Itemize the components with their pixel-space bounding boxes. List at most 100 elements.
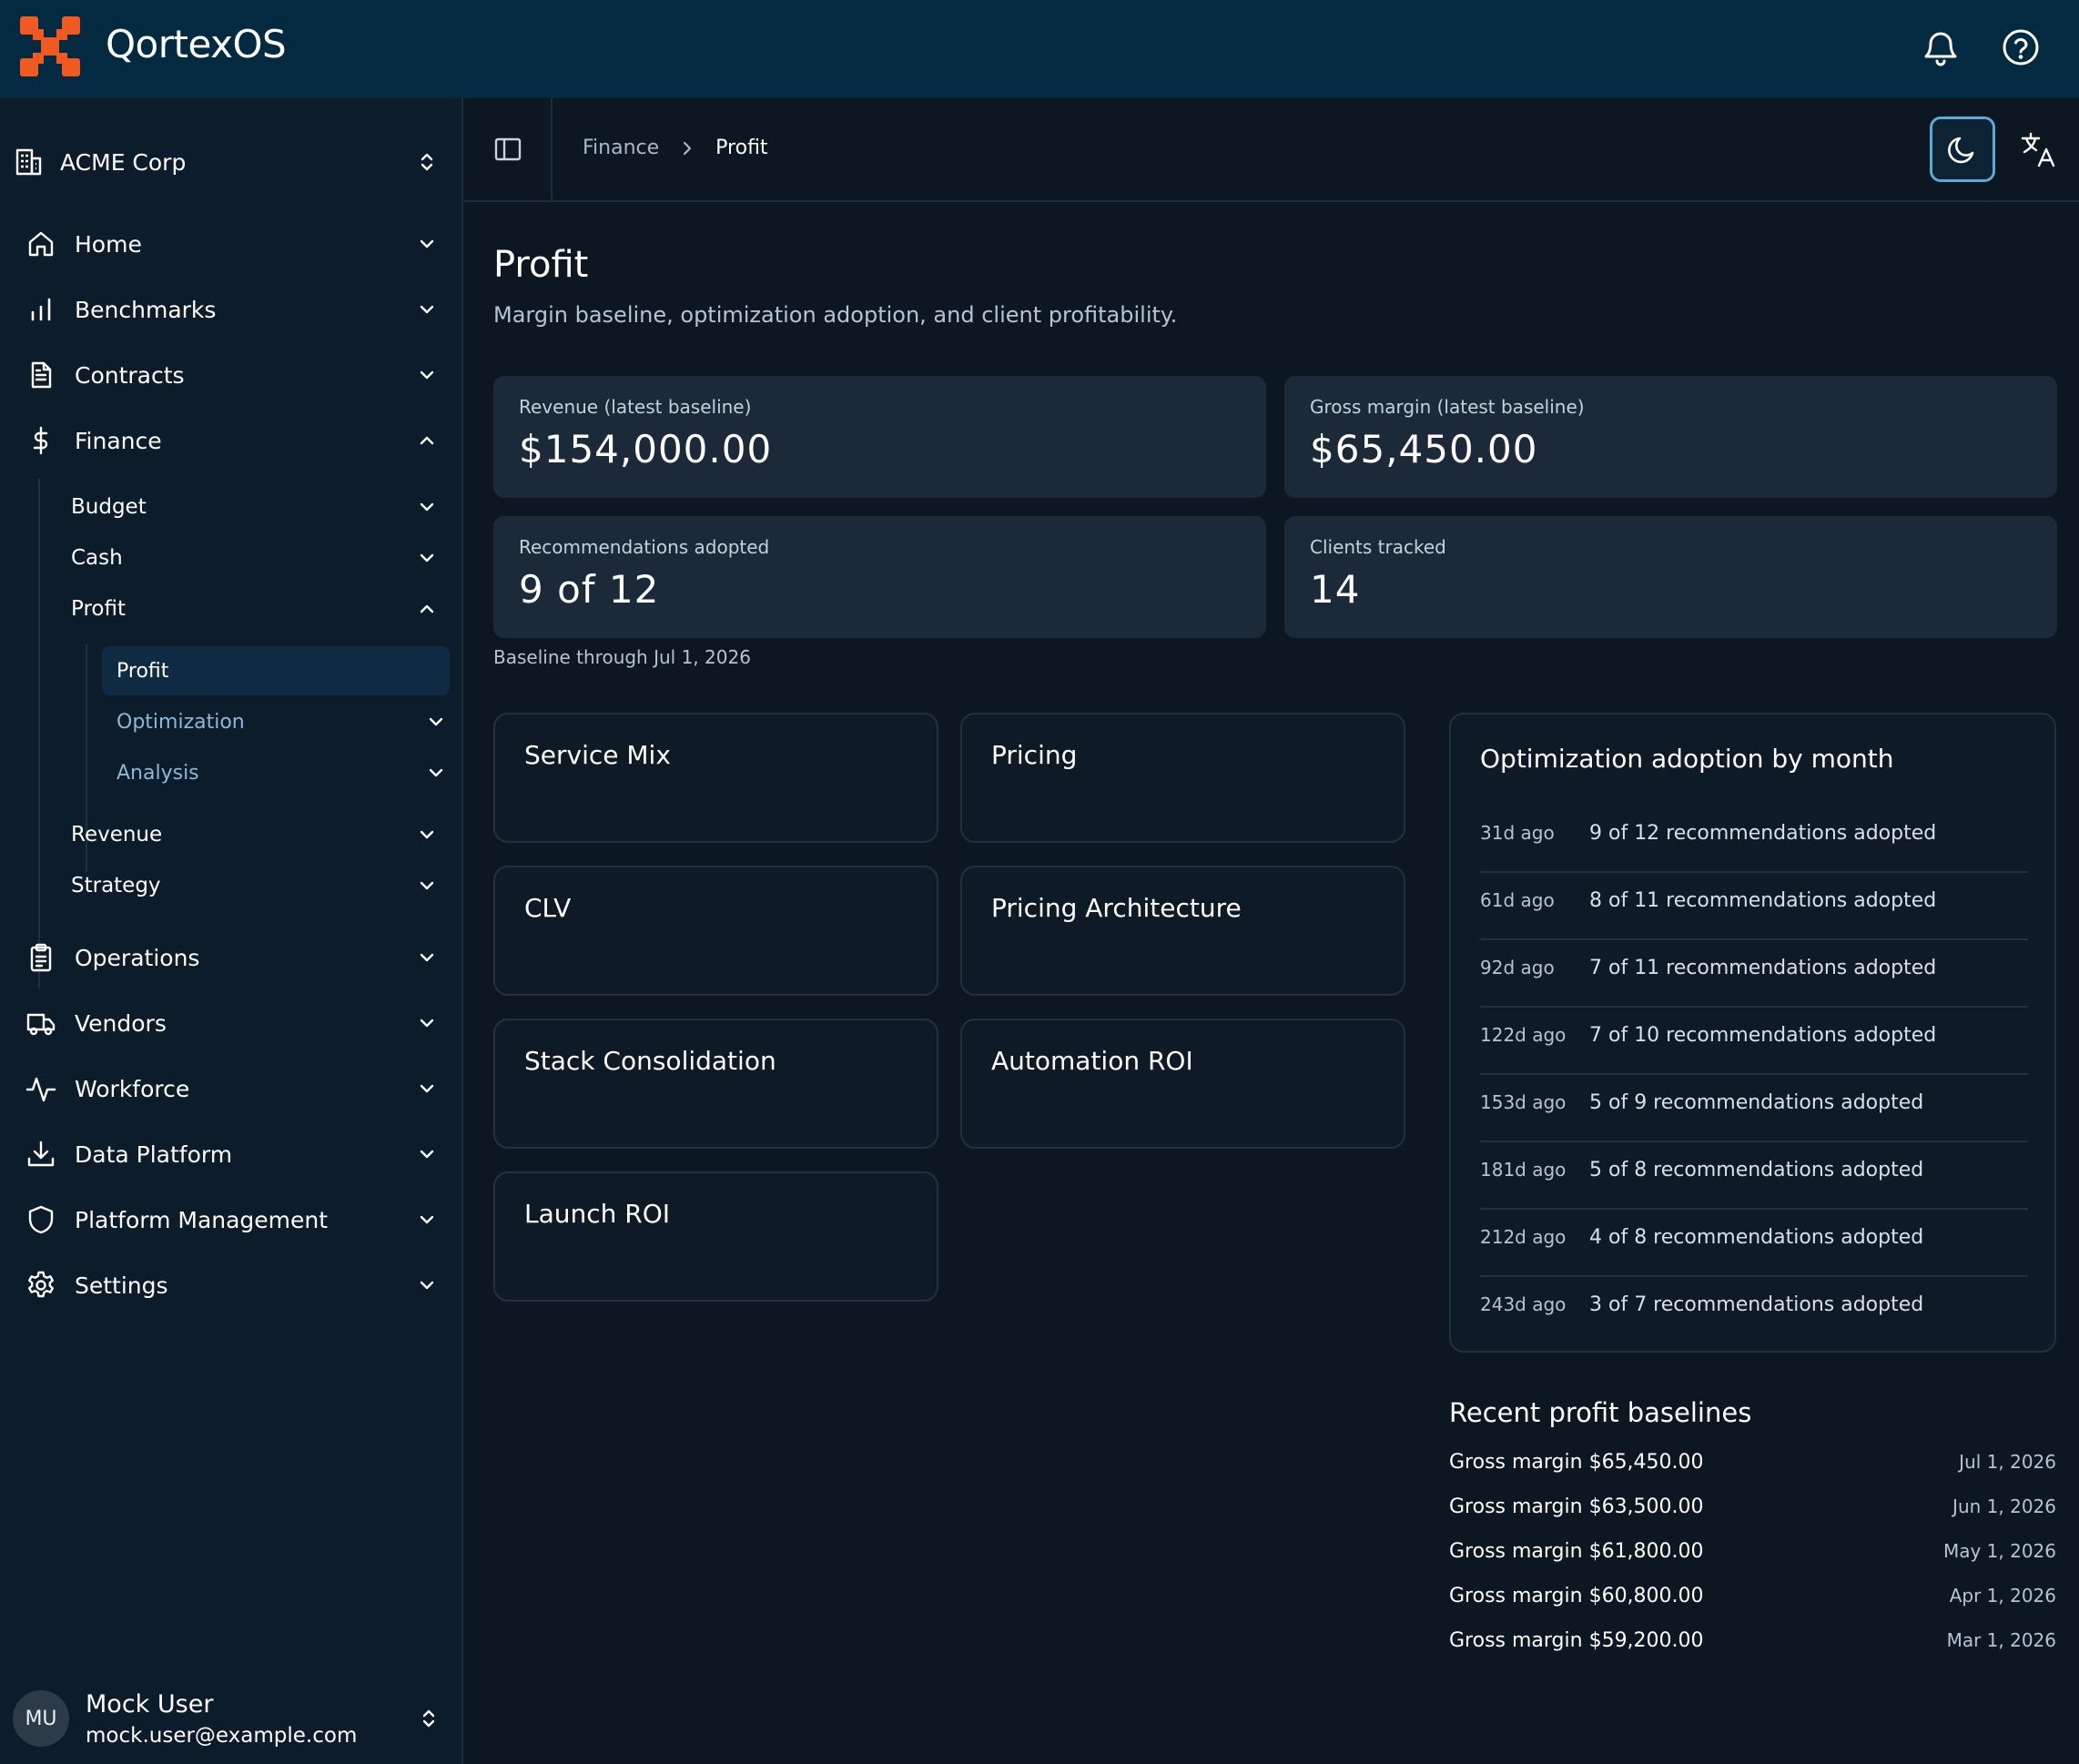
baseline-row: Gross margin $65,450.00 Jul 1, 2026 [1449,1444,2056,1480]
sidebar-toggle-button[interactable] [464,98,553,200]
tile-pricing[interactable]: Pricing [960,713,1405,843]
adoption-text: 8 of 11 recommendations adopted [1589,889,1937,912]
baseline-amount: Gross margin $59,200.00 [1449,1628,1704,1652]
nav-item-analysis[interactable]: Analysis [102,748,450,797]
tile-automation-roi[interactable]: Automation ROI [960,1019,1405,1149]
building-icon [15,148,42,176]
baseline-row: Gross margin $60,800.00 Apr 1, 2026 [1449,1577,2056,1614]
stat-card-clients: Clients tracked 14 [1284,516,2057,638]
nav-label: Revenue [71,823,163,847]
breadcrumb-finance-link[interactable]: Finance [583,137,659,159]
baseline-date: Jun 1, 2026 [1952,1495,2056,1517]
chevron-down-icon [420,502,434,512]
nav-item-profit-overview[interactable]: Profit [102,646,450,695]
stat-label: Recommendations adopted [519,536,770,558]
nav-item-settings[interactable]: Settings [25,1260,441,1311]
nav-item-benchmarks[interactable]: Benchmarks [25,284,441,335]
tile-label: Pricing Architecture [991,893,1242,923]
nav-label: Optimization [117,710,245,734]
nav-label: Cash [71,546,123,570]
panel-left-icon [494,137,521,161]
theme-toggle-button[interactable] [1930,117,1995,182]
document-icon [31,361,52,389]
home-icon [28,231,54,257]
nav-label: Data Platform [75,1141,233,1168]
chevron-down-icon [420,370,434,380]
chevron-down-icon [420,830,434,839]
nav-label: Analysis [117,761,199,785]
baseline-amount: Gross margin $63,500.00 [1449,1495,1704,1518]
tile-label: Stack Consolidation [524,1046,776,1076]
user-name: Mock User [86,1689,214,1718]
adoption-row: 243d ago 3 of 7 recommendations adopted [1480,1277,2028,1344]
breadcrumb: Finance Profit [583,137,768,159]
nav-item-budget[interactable]: Budget [71,484,441,530]
help-circle-icon[interactable] [1999,25,2043,69]
nav-label: Contracts [75,361,185,389]
nav-item-vendors[interactable]: Vendors [25,998,441,1049]
user-info: Mock User mock.user@example.com [86,1690,417,1748]
chevron-down-icon [420,239,434,248]
adoption-row: 122d ago 7 of 10 recommendations adopted [1480,1008,2028,1075]
nav-item-platform-management[interactable]: Platform Management [25,1194,441,1245]
baseline-date: Mar 1, 2026 [1946,1629,2056,1651]
tile-launch-roi[interactable]: Launch ROI [493,1171,938,1302]
adoption-title: Optimization adoption by month [1480,744,1894,774]
finance-tree-line [38,479,40,988]
nav-item-contracts[interactable]: Contracts [25,350,441,400]
chevron-down-icon [420,1281,434,1290]
baseline-row: Gross margin $61,800.00 May 1, 2026 [1449,1533,2056,1569]
bell-icon[interactable] [1919,25,1962,69]
org-switcher[interactable]: ACME Corp [13,133,441,191]
nav-item-data-platform[interactable]: Data Platform [25,1129,441,1180]
tile-pricing-architecture[interactable]: Pricing Architecture [960,866,1405,996]
adoption-row: 92d ago 7 of 11 recommendations adopted [1480,940,2028,1008]
translate-button[interactable] [2010,120,2068,178]
content-header: Finance Profit [464,98,2079,202]
nav-item-home[interactable]: Home [25,218,441,269]
nav-label: Finance [75,427,162,454]
chevron-down-icon [420,881,434,890]
nav-label: Workforce [75,1075,190,1102]
nav-label: Platform Management [75,1206,329,1233]
gear-icon [28,1271,54,1298]
adoption-age: 243d ago [1480,1293,1567,1315]
activity-icon [25,1077,56,1102]
nav-item-optimization[interactable]: Optimization [102,697,450,746]
adoption-card: Optimization adoption by month 31d ago 9… [1449,713,2056,1353]
nav-item-operations[interactable]: Operations [25,932,441,983]
page-subtitle: Margin baseline, optimization adoption, … [493,302,1178,328]
nav-item-finance[interactable]: Finance [25,415,441,466]
baseline-date: Jul 1, 2026 [1959,1451,2056,1473]
baseline-row: Gross margin $59,200.00 Mar 1, 2026 [1449,1622,2056,1658]
adoption-text: 4 of 8 recommendations adopted [1589,1226,1924,1249]
adoption-text: 7 of 10 recommendations adopted [1589,1024,1937,1047]
baseline-date: Apr 1, 2026 [1949,1585,2056,1607]
chevron-down-icon [420,305,434,314]
tile-clv[interactable]: CLV [493,866,938,996]
baseline-amount: Gross margin $61,800.00 [1449,1539,1704,1563]
chevron-down-icon [420,553,434,563]
stat-label: Revenue (latest baseline) [519,396,752,418]
tile-label: CLV [524,893,572,923]
user-menu[interactable]: MU Mock User mock.user@example.com [13,1682,442,1755]
nav-item-revenue[interactable]: Revenue [71,812,441,857]
adoption-row: 31d ago 9 of 12 recommendations adopted [1480,806,2028,873]
baseline-row: Gross margin $63,500.00 Jun 1, 2026 [1449,1488,2056,1525]
tile-service-mix[interactable]: Service Mix [493,713,938,843]
adoption-age: 92d ago [1480,957,1555,978]
adoption-age: 31d ago [1480,822,1555,844]
nav-label: Benchmarks [75,296,217,323]
nav-item-profit[interactable]: Profit [71,586,441,632]
nav-item-cash[interactable]: Cash [71,535,441,581]
baseline-date: May 1, 2026 [1942,1540,2056,1562]
nav-item-strategy[interactable]: Strategy [71,863,441,908]
chevron-down-icon [420,1019,434,1028]
stat-card-gross-margin: Gross margin (latest baseline) $65,450.0… [1284,376,2057,498]
chevrons-up-down-icon [422,1709,435,1728]
chevron-right-icon [684,141,692,155]
tile-stack-consolidation[interactable]: Stack Consolidation [493,1019,938,1149]
nav-label: Strategy [71,874,161,897]
nav-item-workforce[interactable]: Workforce [25,1063,441,1114]
adoption-text: 7 of 11 recommendations adopted [1589,957,1937,979]
